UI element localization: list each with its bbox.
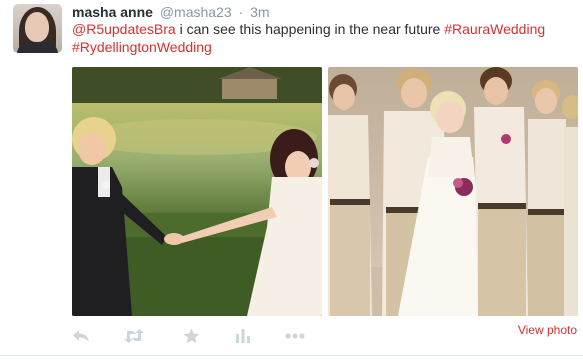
photo-right[interactable] <box>328 67 578 316</box>
more-button[interactable] <box>281 322 309 350</box>
separator: · <box>238 4 244 20</box>
retweet-icon <box>124 329 144 343</box>
reply-icon <box>73 330 89 342</box>
photo-left[interactable] <box>72 67 322 316</box>
view-photo-link[interactable]: View photo <box>518 323 577 337</box>
analytics-button[interactable] <box>229 322 257 350</box>
user-handle[interactable]: @masha23 <box>160 4 232 20</box>
divider <box>0 355 583 356</box>
favorite-button[interactable] <box>177 322 205 350</box>
tweet-body: i can see this happening in the near fut… <box>175 21 445 37</box>
mention-link[interactable]: @R5updatesBra <box>72 21 176 37</box>
tweet-text: @R5updatesBra i can see this happening i… <box>72 20 572 56</box>
avatar[interactable] <box>13 4 62 53</box>
tweet-header: masha anne @masha23 · 3m <box>72 3 270 21</box>
more-icon <box>285 333 305 339</box>
tweet: masha anne @masha23 · 3m @R5updatesBra i… <box>0 0 583 360</box>
hashtag-link-rydellingtonwedding[interactable]: #RydellingtonWedding <box>72 39 212 55</box>
favorite-icon <box>183 328 199 344</box>
media-container <box>72 67 578 316</box>
hashtag-link-raurawedding[interactable]: #RauraWedding <box>444 21 545 37</box>
tweet-timestamp[interactable]: 3m <box>250 4 269 20</box>
reply-button[interactable] <box>67 322 95 350</box>
retweet-button[interactable] <box>120 322 148 350</box>
analytics-icon <box>236 329 250 343</box>
user-fullname[interactable]: masha anne <box>72 4 153 20</box>
